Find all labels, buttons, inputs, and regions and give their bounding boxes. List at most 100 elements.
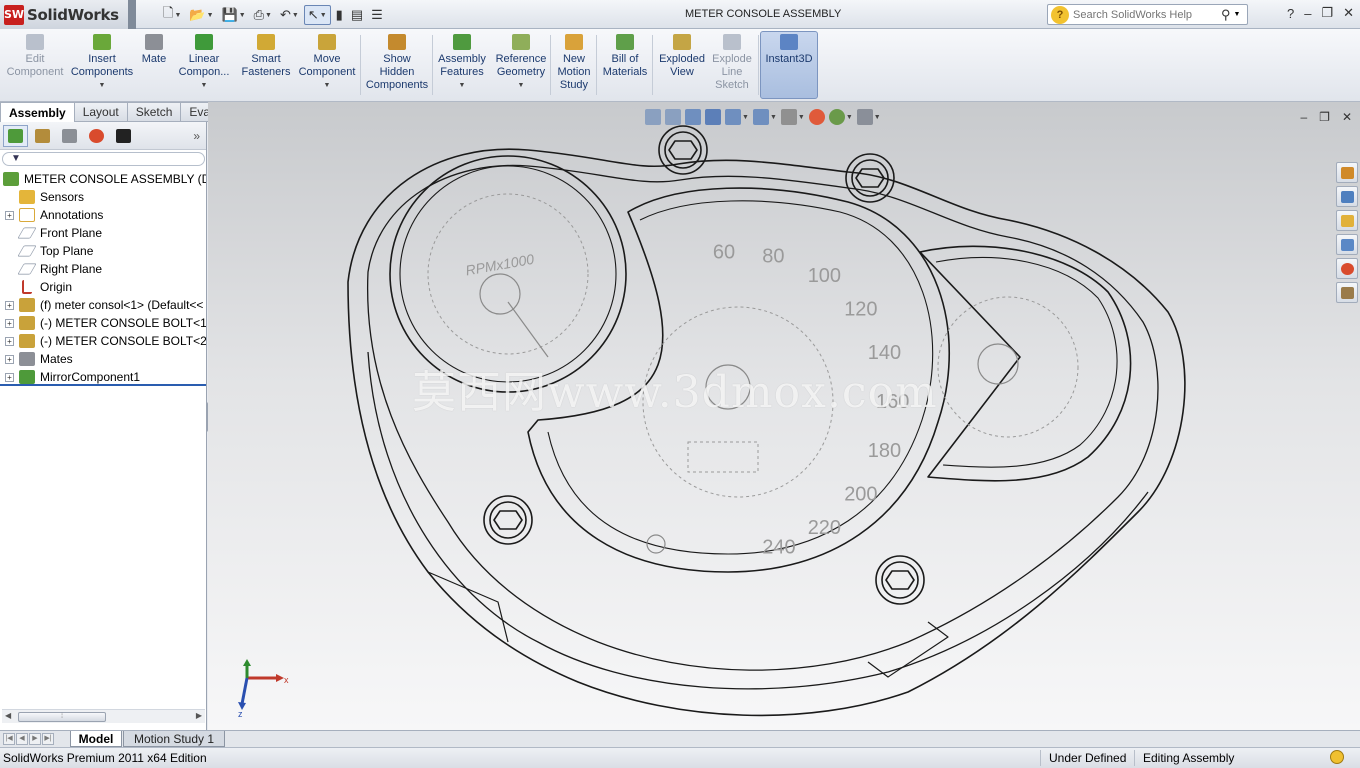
minimize-button[interactable]: – [1304,6,1311,21]
dropdown-arrow-icon[interactable]: ▼ [320,12,327,19]
doc-minimize-button[interactable]: – [1300,110,1307,124]
dropdown-arrow-icon[interactable]: ▼ [742,114,749,121]
property-manager-tab[interactable] [30,125,55,147]
insert-components-button[interactable]: Insert Components ▼ [70,32,134,100]
explode-line-sketch-button[interactable]: Explode Line Sketch [708,32,756,100]
appearances-tab[interactable] [1336,258,1358,279]
dropdown-arrow-icon[interactable]: ▼ [798,114,805,121]
rollback-bar[interactable] [0,384,206,386]
help-search-input[interactable] [1073,8,1213,21]
scroll-right-icon[interactable]: ▶ [196,711,202,720]
open-button[interactable]: 📂 ▼ [186,5,216,25]
dropdown-arrow-icon[interactable]: ▼ [846,114,853,121]
section-view-icon[interactable] [705,109,721,125]
print-button[interactable]: ⎙ ▼ [251,5,275,25]
dropdown-arrow-icon[interactable]: ▼ [518,79,525,92]
bom-button[interactable]: Bill of Materials [600,32,650,100]
display-manager-tab[interactable] [84,125,109,147]
exploded-view-button[interactable]: Exploded View [656,32,708,100]
expand-icon[interactable]: + [5,354,14,364]
solidworks-menu-button[interactable]: SW SolidWorks [0,0,128,29]
custom-properties-tab[interactable] [1336,282,1358,303]
assembly-features-button[interactable]: Assembly Features ▼ [436,32,488,100]
tab-motion-study[interactable]: Motion Study 1 [123,731,225,747]
hide-show-items-icon[interactable] [780,109,797,125]
instant3d-button[interactable]: Instant3D [760,31,818,99]
expand-icon[interactable]: + [5,210,14,220]
display-style-icon[interactable] [752,109,769,125]
view-settings-icon[interactable] [856,109,873,125]
tree-node[interactable]: + (-) METER CONSOLE BOLT<2> [0,332,206,350]
move-component-button[interactable]: Move Component ▼ [296,32,358,100]
configuration-manager-tab[interactable] [57,125,82,147]
reference-geometry-button[interactable]: Reference Geometry ▼ [492,32,550,100]
feature-filter[interactable]: ▼ [2,152,205,166]
help-search[interactable]: ? ⚲ ▼ [1047,4,1248,25]
apply-scene-icon[interactable] [828,109,845,125]
search-icon[interactable]: ⚲ [1221,7,1231,23]
dropdown-arrow-icon[interactable]: ▼ [265,12,272,19]
expand-icon[interactable]: + [5,336,14,346]
motion-study-button[interactable]: New Motion Study [554,32,594,100]
first-tab-icon[interactable]: |◀ [3,733,15,745]
graphics-area[interactable]: RPMx1000 60 80 100 120 140 160 180 200 220 240 莫西… [208,102,1360,730]
expand-icon[interactable]: + [5,300,14,310]
select-button[interactable]: ↖ ▼ [303,5,331,25]
close-button[interactable]: ✕ [1343,5,1354,21]
scroll-thumb[interactable]: ⦙ [18,712,106,722]
doc-restore-button[interactable]: ❐ [1319,110,1330,124]
view-orientation-icon[interactable] [725,109,741,125]
undo-button[interactable]: ↶ ▼ [277,5,302,25]
dropdown-arrow-icon[interactable]: ▼ [99,79,106,92]
tree-node[interactable]: + Mates [0,350,206,368]
file-properties-button[interactable]: ▤ [348,5,366,25]
dropdown-arrow-icon[interactable]: ▼ [874,114,881,121]
tree-node[interactable]: METER CONSOLE ASSEMBLY (Def [0,170,206,188]
file-explorer-tab[interactable] [1336,210,1358,231]
next-tab-icon[interactable]: ▶ [29,733,41,745]
edit-component-button[interactable]: Edit Component [4,32,66,100]
last-tab-icon[interactable]: ▶| [42,733,54,745]
filter-icon[interactable]: ▼ [11,153,21,164]
tree-node[interactable]: + (f) meter consol<1> (Default<< [0,296,206,314]
dropdown-arrow-icon[interactable]: ▼ [770,114,777,121]
quick-tips-icon[interactable] [1330,750,1344,764]
tree-horizontal-scrollbar[interactable]: ◀ ⦙ ▶ [2,709,205,723]
tab-sketch[interactable]: Sketch [127,102,182,122]
save-button[interactable]: 💾 ▼ [219,5,249,25]
tab-assembly[interactable]: Assembly [0,102,75,122]
dropdown-arrow-icon[interactable]: ▼ [201,79,208,92]
help-menu-button[interactable]: ? [1287,6,1294,21]
restore-button[interactable]: ❐ [1321,5,1333,21]
mate-button[interactable]: Mate [138,32,170,100]
tree-node[interactable]: Origin [0,278,206,296]
search-dropdown-icon[interactable]: ▼ [1234,11,1241,18]
zoom-to-area-icon[interactable] [665,109,681,125]
scroll-left-icon[interactable]: ◀ [5,711,11,720]
smart-fasteners-button[interactable]: Smart Fasteners [242,32,290,100]
dropdown-arrow-icon[interactable]: ▼ [207,12,214,19]
view-palette-tab[interactable] [1336,234,1358,255]
tree-node[interactable]: + (-) METER CONSOLE BOLT<1> [0,314,206,332]
tab-layout[interactable]: Layout [74,102,128,122]
design-library-tab[interactable] [1336,186,1358,207]
linear-pattern-button[interactable]: Linear Compon... ▼ [176,32,232,100]
rebuild-button[interactable]: ▮ [333,5,346,25]
prev-tab-icon[interactable]: ◀ [16,733,28,745]
tab-model[interactable]: Model [70,731,122,747]
show-hidden-button[interactable]: Show Hidden Components [364,32,430,100]
tree-node[interactable]: Front Plane [0,224,206,242]
tree-node[interactable]: Right Plane [0,260,206,278]
dimxpert-tab[interactable] [111,125,136,147]
previous-view-icon[interactable] [685,109,701,125]
new-button[interactable]: 🗋 ▼ [160,5,184,25]
tree-node[interactable]: Top Plane [0,242,206,260]
dropdown-arrow-icon[interactable]: ▼ [239,12,246,19]
dropdown-arrow-icon[interactable]: ▼ [324,79,331,92]
tree-node[interactable]: Sensors [0,188,206,206]
doc-close-button[interactable]: ✕ [1342,110,1352,124]
zoom-to-fit-icon[interactable] [645,109,661,125]
expand-icon[interactable]: + [5,372,14,382]
options-button[interactable]: ☰ [368,5,386,25]
expand-icon[interactable]: + [5,318,14,328]
